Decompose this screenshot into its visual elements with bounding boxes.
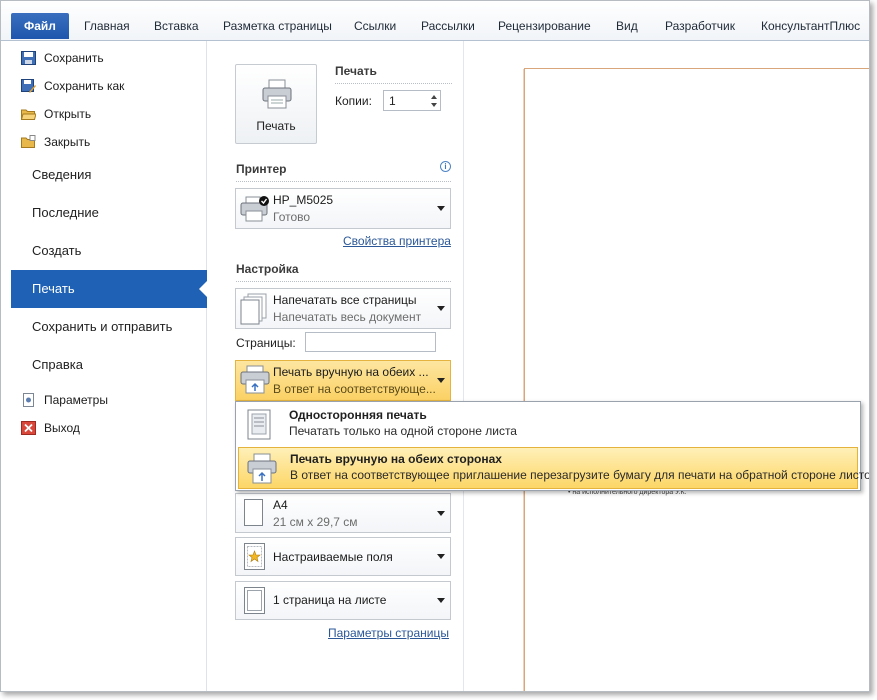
margins-dropdown[interactable]: Настраиваемые поля [235,537,451,576]
manual-duplex-icon [240,365,270,394]
copies-value: 1 [389,94,396,108]
open-folder-icon [21,109,36,120]
printer-section-title: Принтер [236,162,287,176]
manual-duplex-desc: В ответ на соответствующее приглашение п… [290,468,870,482]
close-folder-icon [21,135,36,148]
pages-input[interactable] [305,332,436,352]
exit-icon [21,421,36,435]
stepper-up-icon[interactable] [431,95,437,99]
duplex-sub: В ответ на соответствующе... [273,382,436,396]
printer-dropdown[interactable]: HP_M5025 Готово [235,188,451,229]
chevron-down-icon [437,306,445,311]
tab-insert[interactable]: Вставка [154,17,199,39]
paper-size-icon [244,499,263,526]
print-range-sub: Напечатать весь документ [273,310,422,324]
save-as-icon [21,79,36,93]
paper-size-main: А4 [273,498,288,512]
chevron-down-icon [437,598,445,603]
printer-separator [236,181,451,182]
tab-home[interactable]: Главная [84,17,130,39]
nav-print[interactable]: Печать [11,270,208,308]
preview-page: • на исполнительного директора У.К. [524,68,869,691]
copies-stepper[interactable]: 1 [383,90,441,111]
single-sided-desc: Печатать только на одной стороне листа [289,424,517,438]
single-sided-icon [247,409,271,440]
tab-developer[interactable]: Разработчик [665,17,735,39]
chevron-down-icon [437,511,445,516]
printer-properties-link[interactable]: Свойства принтера [343,234,451,248]
nav-recent[interactable]: Последние [11,194,207,232]
nav-save-send[interactable]: Сохранить и отправить [11,308,207,346]
pages-per-sheet-dropdown[interactable]: 1 страница на листе [235,581,451,620]
chevron-down-icon [437,554,445,559]
printer-status: Готово [273,210,311,224]
chevron-down-icon [437,206,445,211]
tab-consultant-plus[interactable]: КонсультантПлюс [761,17,860,39]
nav-options-label: Параметры [44,393,108,407]
printer-ready-icon [240,196,269,222]
tab-review[interactable]: Рецензирование [498,17,591,39]
menu-item-manual-duplex[interactable]: Печать вручную на обеих сторонах В ответ… [238,447,869,489]
chevron-down-icon [437,378,445,383]
copies-label: Копии: [335,94,372,108]
print-settings-panel: Печать Печать Копии: 1 Принтер i HP_M502… [208,41,464,691]
settings-separator [236,281,451,282]
nav-open-label: Открыть [44,107,92,121]
manual-duplex-title: Печать вручную на обеих сторонах [290,452,502,466]
custom-margins-icon [244,543,265,570]
pages-per-sheet-icon [244,587,265,614]
all-pages-icon [240,293,267,325]
save-icon [21,51,36,65]
paper-size-dropdown[interactable]: А4 21 см x 29,7 см [235,493,451,533]
paper-size-sub: 21 см x 29,7 см [273,515,358,529]
duplex-options-menu: Односторонняя печать Печатать только на … [235,401,869,491]
backstage-window: Файл Главная Вставка Разметка страницы С… [0,0,870,692]
pages-label: Страницы: [236,336,296,350]
nav-close-label: Закрыть [44,135,91,149]
print-button[interactable]: Печать [235,64,317,144]
pages-per-sheet-main: 1 страница на листе [273,593,387,607]
nav-save-label: Сохранить [44,51,104,65]
nav-help[interactable]: Справка [11,346,207,384]
single-sided-title: Односторонняя печать [289,408,427,422]
print-range-dropdown[interactable]: Напечатать все страницы Напечатать весь … [235,288,451,329]
printer-icon [262,79,292,109]
tab-view[interactable]: Вид [616,17,638,39]
menu-item-single-sided[interactable]: Односторонняя печать Печатать только на … [238,404,858,446]
print-separator [335,83,452,84]
tab-file[interactable]: Файл [11,13,69,39]
print-button-label: Печать [256,119,296,133]
print-section-title: Печать [335,64,377,78]
page-setup-link[interactable]: Параметры страницы [328,626,449,640]
settings-section-title: Настройка [236,262,299,276]
options-icon [23,393,34,407]
duplex-dropdown[interactable]: Печать вручную на обеих ... В ответ на с… [235,360,451,401]
tab-references[interactable]: Ссылки [354,17,396,39]
nav-new[interactable]: Создать [11,232,207,270]
tab-mailings[interactable]: Рассылки [421,17,475,39]
nav-exit-label: Выход [44,421,80,435]
manual-duplex-icon [247,453,277,484]
info-icon[interactable]: i [440,161,451,172]
duplex-main: Печать вручную на обеих ... [273,365,429,379]
print-preview: • на исполнительного директора У.К. [465,41,869,691]
margins-main: Настраиваемые поля [273,550,393,564]
stepper-down-icon[interactable] [431,103,437,107]
print-range-main: Напечатать все страницы [273,293,417,307]
backstage-nav: Сохранить Сохранить как Открыть Закрыть … [1,41,208,691]
nav-save-as-label: Сохранить как [44,79,125,93]
ribbon-tab-bar: Файл Главная Вставка Разметка страницы С… [1,1,869,41]
nav-info[interactable]: Сведения [11,156,207,194]
tab-page-layout[interactable]: Разметка страницы [223,17,332,39]
printer-name: HP_M5025 [273,193,334,207]
